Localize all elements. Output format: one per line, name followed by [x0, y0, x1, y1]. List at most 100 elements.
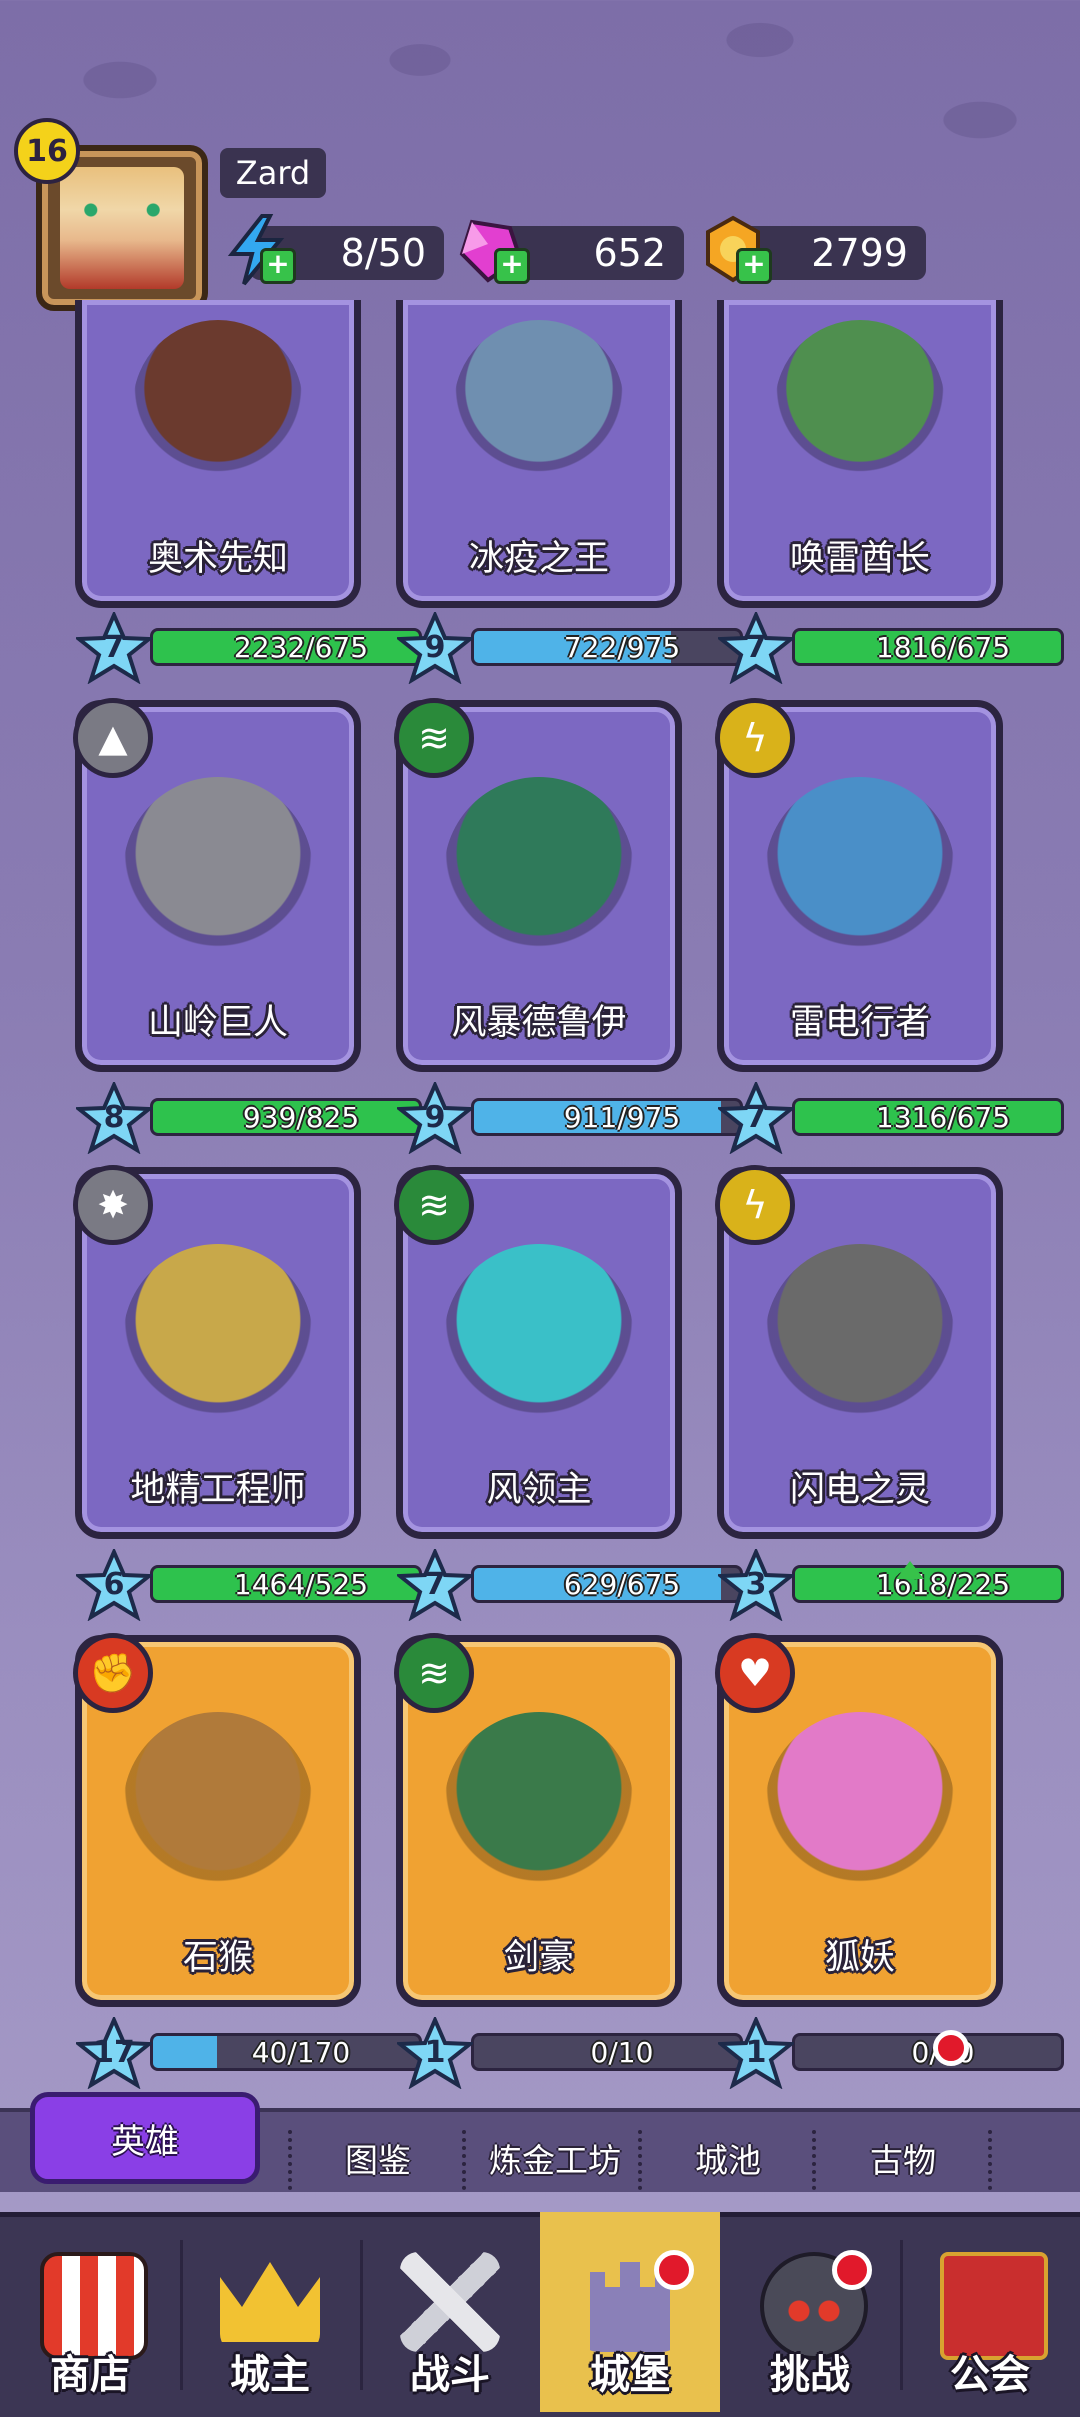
hero-card-progress-bar: 1816/675 [792, 628, 1064, 666]
gold-coin-icon[interactable]: + [700, 214, 772, 286]
hero-card-progress-text: 2232/675 [233, 630, 369, 664]
hero-level-star-icon: 1 [394, 2014, 476, 2090]
hero-name: 闪电之灵 [789, 1470, 930, 1510]
hero-name: 风暴德鲁伊 [451, 1003, 627, 1043]
hero-card-progress-text: 722/975 [563, 630, 681, 664]
heart-element-icon: ♥ [715, 1633, 795, 1713]
energy-icon[interactable]: + [224, 214, 296, 286]
tab-divider [812, 2130, 816, 2190]
tab-city[interactable]: 城池 [653, 2134, 803, 2182]
hero-level-number: 17 [93, 2035, 135, 2070]
hero-level-number: 7 [745, 1100, 767, 1135]
tab-divider [288, 2130, 292, 2190]
tab-heroes[interactable]: 英雄 [30, 2092, 260, 2184]
hero-level-star-icon: 7 [394, 1546, 476, 1622]
hero-portrait [765, 1712, 955, 1902]
hero-level-star-icon: 3 [715, 1546, 797, 1622]
hero-level-star-icon: 17 [73, 2014, 155, 2090]
hero-card-progress-text: 1464/525 [233, 1567, 369, 1601]
crossed-swords-icon [400, 2252, 500, 2352]
player-name: Zard [220, 148, 326, 198]
hero-name: 石猴 [182, 1938, 253, 1978]
hero-name: 奥术先知 [147, 539, 288, 579]
nav-battle[interactable]: 战斗 [360, 2212, 540, 2412]
hero-portrait [775, 320, 945, 490]
hero-card-progress-bar: 0/10 [792, 2033, 1064, 2071]
hero-portrait [444, 1244, 634, 1434]
hero-card-progress-text: 939/825 [242, 1100, 360, 1134]
hero-level-number: 7 [424, 1567, 446, 1602]
hero-card-progress-bar: 0/10 [471, 2033, 743, 2071]
hero-card-progress-bar: 939/825 [150, 1098, 422, 1136]
hero-card-progress-bar: 2232/675 [150, 628, 422, 666]
tab-divider [988, 2130, 992, 2190]
hero-name: 唤雷酋长 [789, 539, 930, 579]
hero-level-star-icon: 7 [715, 1079, 797, 1155]
upgrade-arrow-icon [896, 1561, 924, 1579]
nav-lord[interactable]: 城主 [180, 2212, 360, 2412]
gem-icon[interactable]: + [458, 214, 530, 286]
crown-icon [220, 2262, 320, 2342]
lightning-element-icon: ϟ [715, 698, 795, 778]
lightning-element-icon: ϟ [715, 1165, 795, 1245]
hero-level-number: 7 [745, 630, 767, 665]
hero-portrait [765, 1244, 955, 1434]
hero-card-progress-bar: 1464/525 [150, 1565, 422, 1603]
avatar-portrait [60, 167, 184, 289]
nav-lord-label: 城主 [230, 2352, 310, 2398]
tab-alchemy-workshop[interactable]: 炼金工坊 [480, 2134, 630, 2182]
wind-element-icon: ≋ [394, 1633, 474, 1713]
nav-shop-label: 商店 [50, 2352, 130, 2398]
avatar-eyes [70, 203, 174, 217]
hero-portrait [123, 777, 313, 967]
hero-name: 狐妖 [824, 1938, 895, 1978]
hero-portrait [454, 320, 624, 490]
hero-card-progress-text: 0/10 [590, 2035, 654, 2069]
hero-name: 剑豪 [503, 1938, 574, 1978]
hero-level-star-icon: 9 [394, 609, 476, 685]
hero-level-number: 9 [424, 1100, 446, 1135]
gem-plus-icon[interactable]: + [494, 248, 530, 284]
hero-card-progress-bar: 40/170 [150, 2033, 422, 2071]
hero-level-number: 6 [103, 1567, 125, 1602]
energy-plus-icon[interactable]: + [260, 248, 296, 284]
tab-codex[interactable]: 图鉴 [303, 2134, 453, 2182]
hero-name: 冰疫之王 [468, 539, 609, 579]
hero-level-number: 9 [424, 630, 446, 665]
nav-castle[interactable]: 城堡 [540, 2212, 720, 2412]
power-element-icon: ✊ [73, 1633, 153, 1713]
wind-element-icon: ≋ [394, 1165, 474, 1245]
relics-notification-dot [933, 2030, 969, 2066]
nav-guild[interactable]: 公会 [900, 2212, 1080, 2412]
player-level-badge: 16 [14, 118, 80, 184]
hero-card[interactable]: 冰疫之王 [396, 300, 682, 608]
nav-challenge[interactable]: 挑战 [720, 2212, 900, 2412]
hero-portrait [444, 1712, 634, 1902]
hero-portrait [444, 777, 634, 967]
hero-card[interactable]: 唤雷酋长 [717, 300, 1003, 608]
hero-level-star-icon: 9 [394, 1079, 476, 1155]
hero-level-star-icon: 7 [73, 609, 155, 685]
hero-level-number: 1 [424, 2035, 446, 2070]
nav-shop[interactable]: 商店 [0, 2212, 180, 2412]
tab-relics[interactable]: 古物 [828, 2134, 978, 2182]
hero-card-progress-bar: 1618/225 [792, 1565, 1064, 1603]
hero-level-number: 7 [103, 630, 125, 665]
hero-card-progress-bar: 629/675 [471, 1565, 743, 1603]
hero-level-star-icon: 1 [715, 2014, 797, 2090]
challenge-notification-dot [832, 2250, 872, 2290]
hero-name: 风领主 [486, 1470, 592, 1510]
hero-level-number: 3 [745, 1567, 767, 1602]
hero-level-star-icon: 8 [73, 1079, 155, 1155]
hero-card-progress-text: 1816/675 [875, 630, 1011, 664]
hero-card-progress-bar: 722/975 [471, 628, 743, 666]
hero-card[interactable]: 奥术先知 [75, 300, 361, 608]
hero-card-progress-text: 629/675 [563, 1567, 681, 1601]
hero-portrait [133, 320, 303, 490]
gold-plus-icon[interactable]: + [736, 248, 772, 284]
rock-element-icon: ▲ [73, 698, 153, 778]
tab-divider [638, 2130, 642, 2190]
castle-notification-dot [654, 2250, 694, 2290]
hero-name: 地精工程师 [130, 1470, 306, 1510]
tab-divider [462, 2130, 466, 2190]
